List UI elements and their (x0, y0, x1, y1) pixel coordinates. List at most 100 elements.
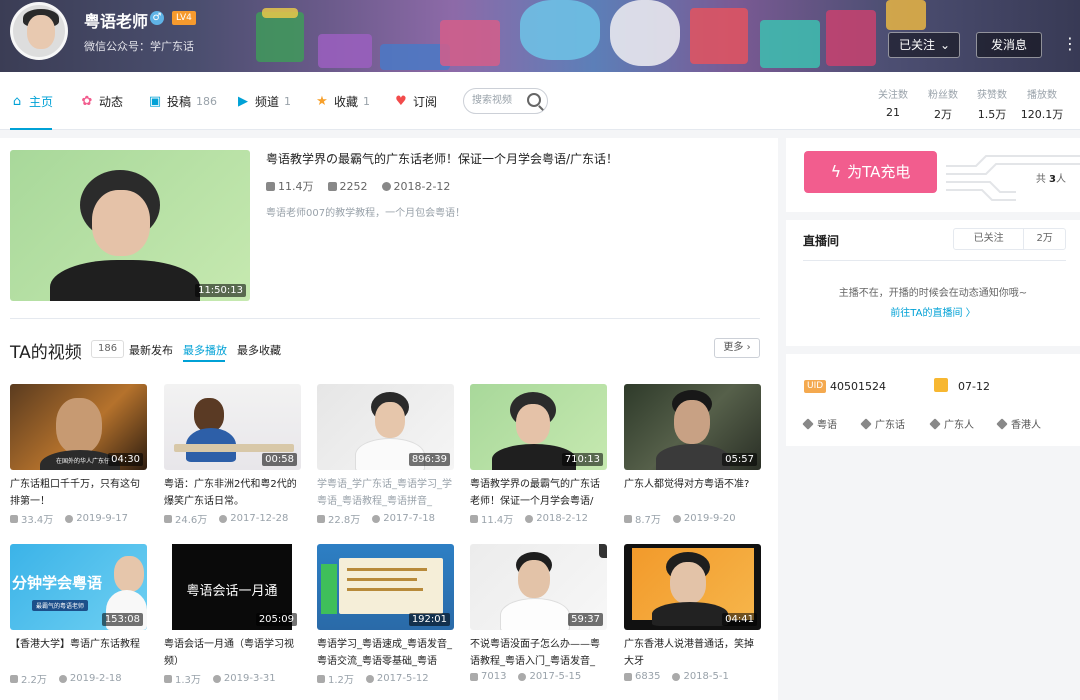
stat-likes: 获赞数 1.5万 (967, 86, 1017, 122)
user-tag[interactable]: 广东人 (929, 416, 974, 431)
play-count-icon (470, 514, 478, 523)
clock-icon (672, 672, 681, 681)
video-duration: 59:37 (568, 613, 603, 626)
video-title[interactable]: 广东话粗口千千万，只有这句排第一！ (10, 476, 147, 510)
birthday-value: 07-12 (958, 380, 990, 393)
video-thumbnail[interactable]: 粤语会话一月通 205:09 (164, 544, 301, 630)
avatar[interactable] (10, 2, 68, 60)
video-card[interactable]: 00:58 粤语：广东非洲2代和粤2代的爆笑广东话日常。 24.6万 2017-1… (164, 384, 301, 526)
featured-video-title[interactable]: 粤语教学界の最霸气的广东话老师！保证一个月学会粤语/广东话！ (266, 150, 618, 167)
publish-date: 2017-5-12 (376, 673, 429, 684)
video-thumbnail[interactable]: 在国外的华人广东仔 04:30 (10, 384, 147, 470)
video-card[interactable]: 05:57 广东人都觉得对方粤语不准? 8.7万 2019-9-20 (624, 384, 761, 526)
video-title[interactable]: 粤语学习_粤语速成_粤语发音_粤语交流_粤语零基础_粤语 (317, 636, 454, 670)
play-count-icon (317, 514, 325, 523)
video-search-input[interactable]: 搜索视频 (463, 88, 548, 114)
search-placeholder: 搜索视频 (472, 95, 512, 106)
video-thumbnail[interactable]: 04:41 (624, 544, 761, 630)
more-videos-button[interactable]: 更多 › (714, 338, 760, 358)
star-icon: ★ (316, 94, 328, 109)
user-tag[interactable]: 粤语 (802, 416, 837, 431)
sort-latest[interactable]: 最新发布 (129, 342, 173, 358)
live-count-tab[interactable]: 2万 (1024, 229, 1065, 249)
video-title[interactable]: 【香港大学】粤语广东话教程 (10, 636, 147, 670)
video-title[interactable]: 粤语会话一月通（粤语学习视频） (164, 636, 301, 670)
video-duration: 153:08 (101, 613, 143, 626)
follow-button[interactable]: 已关注 ⌄ (888, 32, 960, 58)
tab-label: 投稿 (167, 95, 192, 109)
video-card[interactable]: 192:01 粤语学习_粤语速成_粤语发音_粤语交流_粤语零基础_粤语 1.2万… (317, 544, 454, 686)
charge-total: 共 3人 (1036, 170, 1066, 185)
view-count: 1.3万 (175, 675, 201, 686)
stat-fans[interactable]: 粉丝数 2万 (918, 86, 968, 122)
video-card[interactable]: 在国外的华人广东仔 04:30 广东话粗口千千万，只有这句排第一！ 33.4万 2… (10, 384, 147, 526)
upload-icon: ▣ (148, 94, 162, 109)
video-title[interactable]: 学粤语_学广东话_粤语学习_学粤语_粤语教程_粤语拼音_ (317, 476, 454, 510)
stat-label: 获赞数 (977, 90, 1007, 101)
tag-label: 广东话 (875, 420, 905, 431)
view-count: 2.2万 (21, 675, 47, 686)
view-count: 11.4万 (481, 515, 514, 526)
video-card[interactable]: 分钟学会粤语 最霸气的粤语老师 153:08 【香港大学】粤语广东话教程 2.2… (10, 544, 147, 686)
search-icon[interactable] (527, 93, 541, 107)
user-tag[interactable]: 香港人 (996, 416, 1041, 431)
tab-subscriptions[interactable]: ♥ 订阅 (394, 92, 437, 112)
charge-button[interactable]: ϟ 为TA充电 (804, 151, 937, 193)
tab-favorites[interactable]: ★ 收藏 1 (315, 92, 370, 112)
video-card[interactable]: 59:37 不说粤语没面子怎么办——粤语教程_粤语入门_粤语发音_ 7013 20… (470, 544, 607, 682)
video-thumbnail[interactable]: 710:13 (470, 384, 607, 470)
play-count-icon (624, 514, 632, 523)
clock-icon (525, 514, 534, 523)
active-sort-indicator (183, 360, 225, 362)
video-title[interactable]: 粤语教学界の最霸气的广东话老师！保证一个月学会粤语/ (470, 476, 607, 510)
tab-uploads[interactable]: ▣ 投稿 186 (148, 92, 217, 112)
video-card[interactable]: 896:39 学粤语_学广东话_粤语学习_学粤语_粤语教程_粤语拼音_ 22.8… (317, 384, 454, 526)
section-title: TA的视频 (10, 343, 82, 363)
profile-nav: ⌂ 主页 ✿ 动态 ▣ 投稿 186 ▶ 频道 1 ★ 收藏 1 ♥ 订阅 搜索… (0, 72, 1080, 130)
stat-following[interactable]: 关注数 21 (868, 86, 918, 119)
tab-channels[interactable]: ▶ 频道 1 (236, 92, 291, 112)
chevron-down-icon: ⌄ (939, 38, 950, 52)
go-to-live-room-link[interactable]: 前往TA的直播间 〉 (786, 304, 1080, 319)
clock-icon (518, 672, 527, 681)
sort-most-played[interactable]: 最多播放 (183, 342, 227, 358)
stat-value: 21 (886, 106, 900, 119)
channel-icon: ▶ (238, 94, 248, 109)
play-count-icon (10, 514, 18, 523)
video-title[interactable]: 广东人都觉得对方粤语不准? (624, 476, 761, 510)
video-card[interactable]: 粤语会话一月通 205:09 粤语会话一月通（粤语学习视频） 1.3万 2019-… (164, 544, 301, 686)
video-thumbnail[interactable]: 896:39 (317, 384, 454, 470)
tab-home[interactable]: ⌂ 主页 (10, 92, 53, 112)
clock-icon (219, 514, 228, 523)
video-card[interactable]: 710:13 粤语教学界の最霸气的广东话老师！保证一个月学会粤语/ 11.4万 2… (470, 384, 607, 526)
username: 粤语老师 (84, 12, 149, 31)
thumbnail-caption: 分钟学会粤语 (12, 574, 103, 592)
video-thumbnail[interactable]: 59:37 (470, 544, 607, 630)
more-vertical-icon[interactable]: ⋮ (1062, 34, 1078, 54)
video-thumbnail[interactable]: 分钟学会粤语 最霸气的粤语老师 153:08 (10, 544, 147, 630)
featured-video-description: 粤语老师007的教学教程，一个月包会粤语！ (266, 208, 466, 219)
uid-badge: UID (804, 380, 827, 393)
danmaku-icon (327, 181, 337, 191)
tab-feed[interactable]: ✿ 动态 (80, 92, 123, 112)
clock-icon (65, 514, 74, 523)
video-thumbnail[interactable]: 05:57 (624, 384, 761, 470)
video-duration: 710:13 (561, 453, 603, 466)
video-title[interactable]: 粤语：广东非洲2代和粤2代的爆笑广东话日常。 (164, 476, 301, 510)
video-title[interactable]: 广东香港人说港普通话，笑掉大牙 (624, 636, 761, 670)
live-followed-tab[interactable]: 已关注 (954, 229, 1025, 249)
video-title[interactable]: 不说粤语没面子怎么办——粤语教程_粤语入门_粤语发音_ (470, 636, 607, 670)
video-thumbnail[interactable]: 00:58 (164, 384, 301, 470)
sort-most-favorited[interactable]: 最多收藏 (237, 342, 281, 358)
user-tag[interactable]: 广东话 (860, 416, 905, 431)
clock-icon (58, 674, 67, 683)
video-card[interactable]: 04:41 广东香港人说港普通话，笑掉大牙 6835 2018-5-1 (624, 544, 761, 682)
thumbnail-caption: 粤语会话一月通 (186, 584, 278, 599)
video-thumbnail[interactable]: 192:01 (317, 544, 454, 630)
level-badge: LV4 (172, 11, 196, 25)
stat-label: 播放数 (1027, 90, 1057, 101)
featured-video-thumbnail[interactable]: 11:50:13 (10, 150, 250, 301)
send-message-button[interactable]: 发消息 (976, 32, 1042, 58)
featured-video-meta: 11.4万 2252 2018-2-12 (266, 178, 450, 194)
view-count: 6835 (635, 671, 661, 682)
